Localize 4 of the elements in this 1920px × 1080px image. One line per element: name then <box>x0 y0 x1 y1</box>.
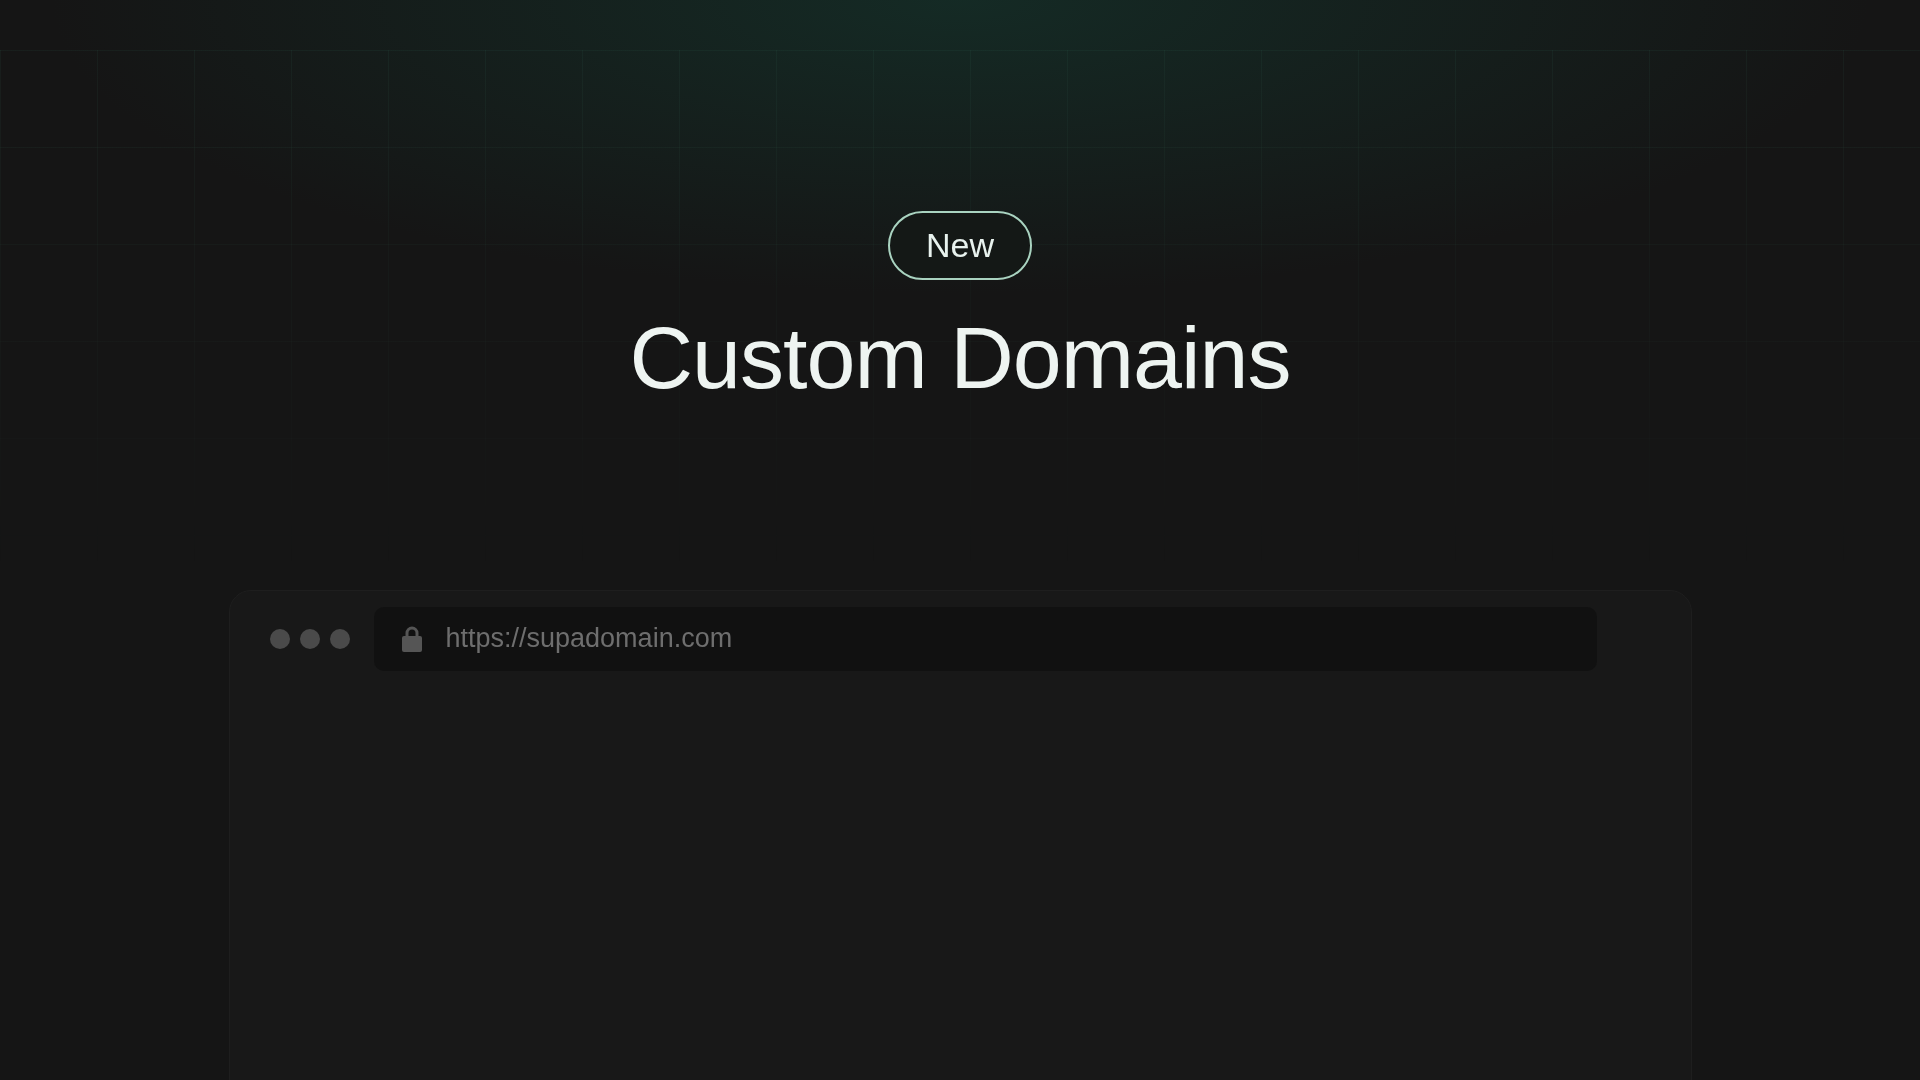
new-badge: New <box>888 211 1032 280</box>
url-text: https://supadomain.com <box>445 622 733 656</box>
page-title: Custom Domains <box>629 309 1291 407</box>
lock-icon <box>401 625 422 652</box>
